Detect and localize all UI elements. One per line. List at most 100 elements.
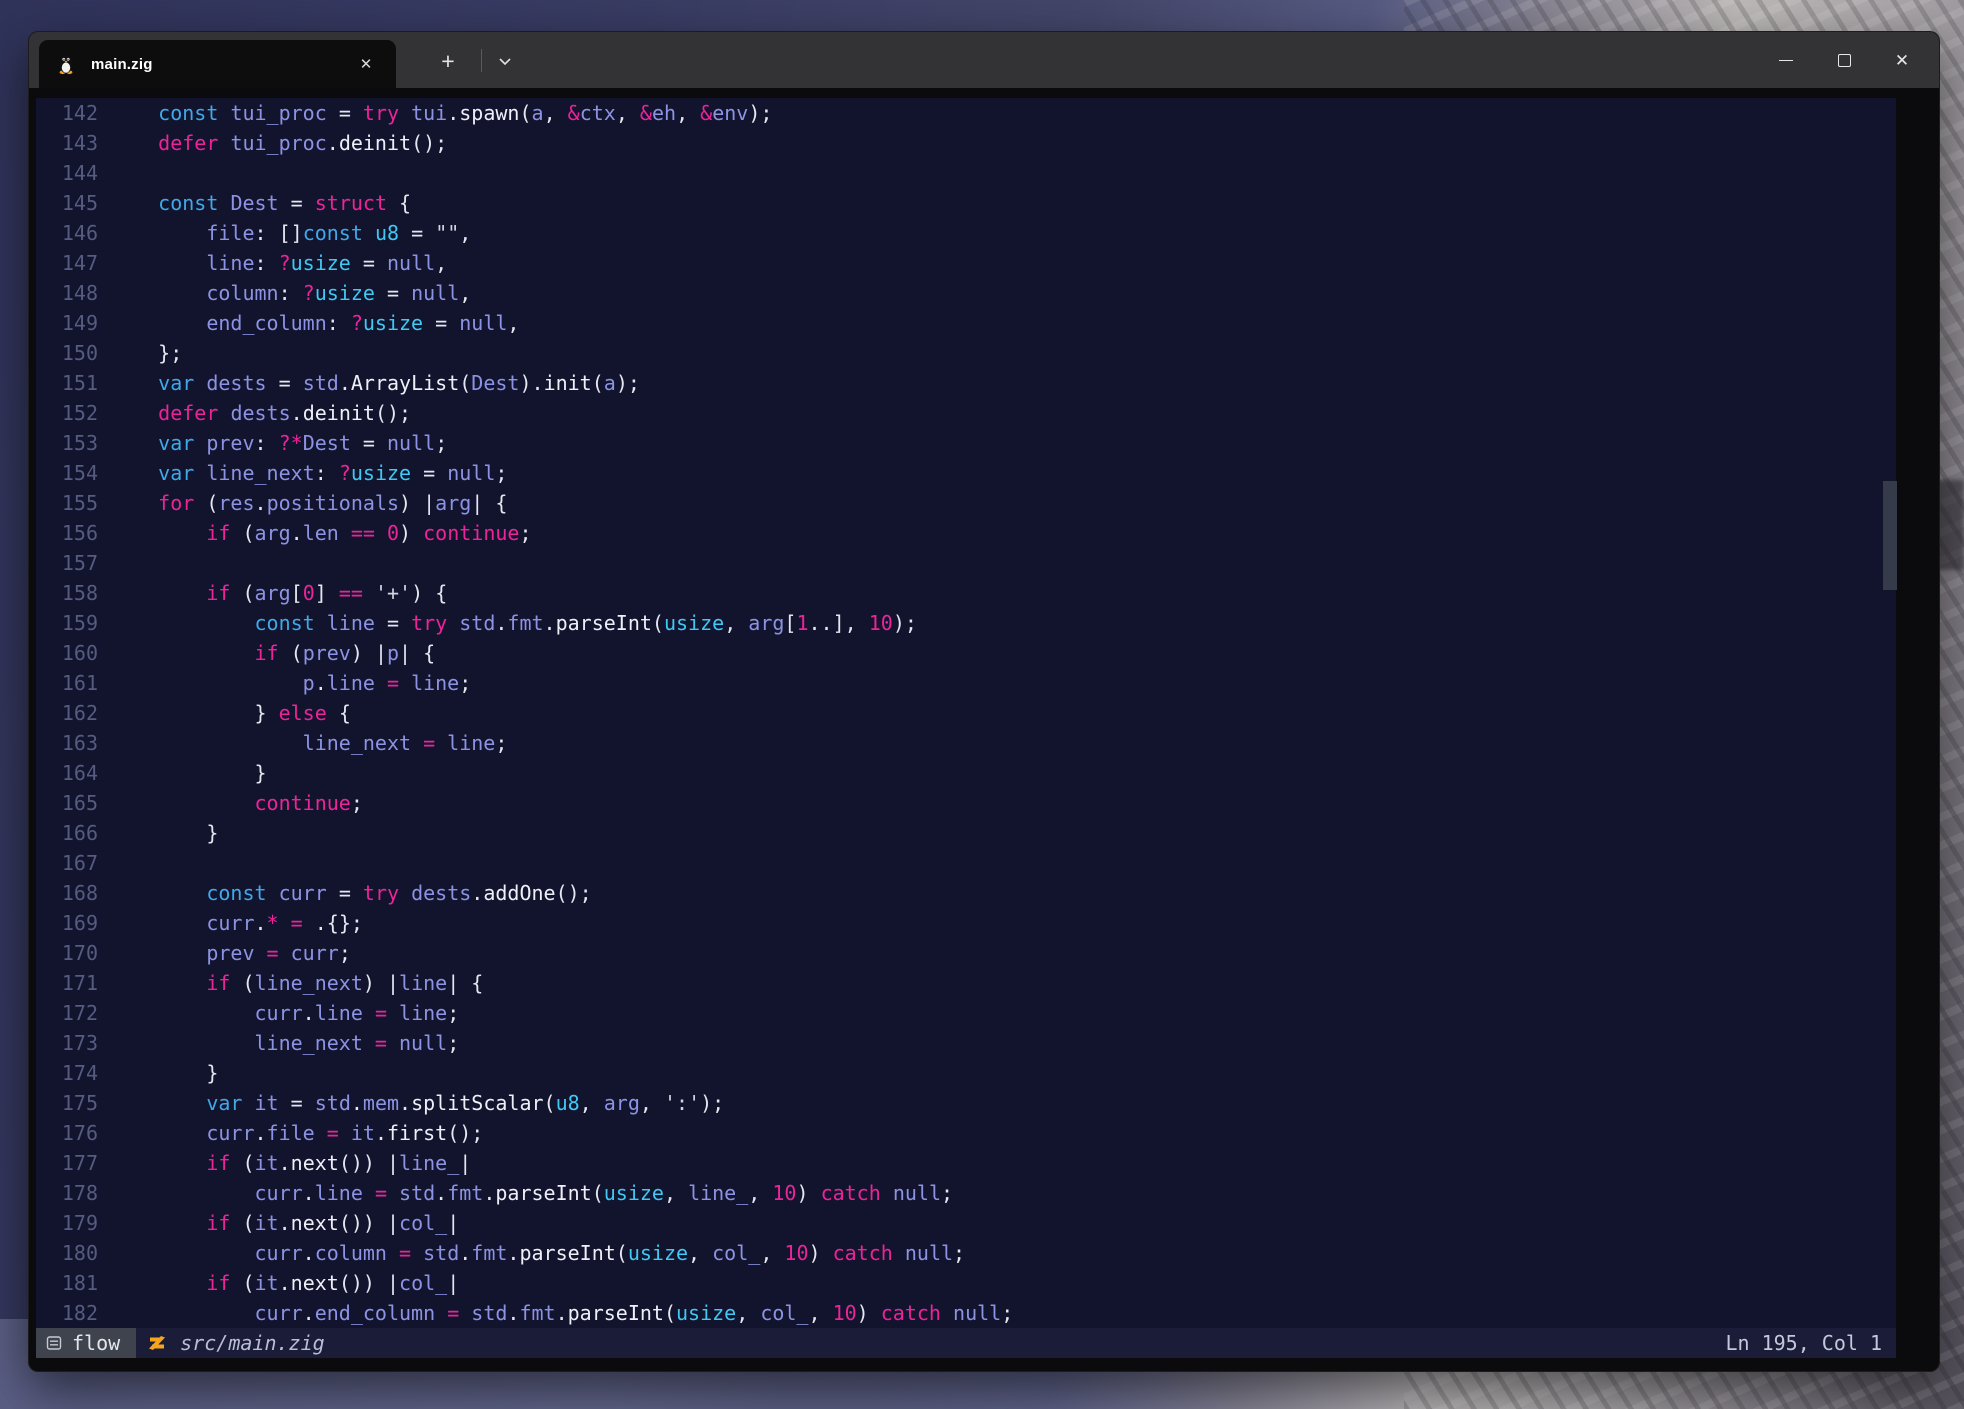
code-line[interactable]: 179 if (it.next()) |col_|	[36, 1208, 1896, 1238]
code-line[interactable]: 167	[36, 848, 1896, 878]
window-controls: ✕	[1757, 32, 1931, 88]
code-line[interactable]: 171 if (line_next) |line| {	[36, 968, 1896, 998]
code-line[interactable]: 181 if (it.next()) |col_|	[36, 1268, 1896, 1298]
code-text: if (prev) |p| {	[98, 638, 435, 668]
code-line[interactable]: 143 defer tui_proc.deinit();	[36, 128, 1896, 158]
line-number: 167	[36, 848, 98, 878]
code-line[interactable]: 158 if (arg[0] == '+') {	[36, 578, 1896, 608]
line-number: 182	[36, 1298, 98, 1328]
tab-dropdown-chevron-icon[interactable]	[489, 46, 521, 76]
line-number: 155	[36, 488, 98, 518]
line-number: 146	[36, 218, 98, 248]
code-text: const line = try std.fmt.parseInt(usize,…	[98, 608, 917, 638]
line-number: 162	[36, 698, 98, 728]
code-text	[98, 848, 110, 878]
code-line[interactable]: 178 curr.line = std.fmt.parseInt(usize, …	[36, 1178, 1896, 1208]
line-number: 158	[36, 578, 98, 608]
code-line[interactable]: 170 prev = curr;	[36, 938, 1896, 968]
code-line[interactable]: 169 curr.* = .{};	[36, 908, 1896, 938]
code-area[interactable]: 142 const tui_proc = try tui.spawn(a, &c…	[36, 98, 1896, 1328]
line-number: 168	[36, 878, 98, 908]
line-number: 175	[36, 1088, 98, 1118]
code-line[interactable]: 182 curr.end_column = std.fmt.parseInt(u…	[36, 1298, 1896, 1328]
code-line[interactable]: 176 curr.file = it.first();	[36, 1118, 1896, 1148]
code-text: } else {	[98, 698, 351, 728]
code-line[interactable]: 154 var line_next: ?usize = null;	[36, 458, 1896, 488]
scrollbar-thumb[interactable]	[1883, 481, 1897, 590]
code-line[interactable]: 148 column: ?usize = null,	[36, 278, 1896, 308]
code-line[interactable]: 156 if (arg.len == 0) continue;	[36, 518, 1896, 548]
code-line[interactable]: 175 var it = std.mem.splitScalar(u8, arg…	[36, 1088, 1896, 1118]
code-line[interactable]: 164 }	[36, 758, 1896, 788]
terminal-window: main.zig ✕ + ✕ 142 const tui_proc = try …	[28, 31, 1940, 1372]
code-text: var it = std.mem.splitScalar(u8, arg, ':…	[98, 1088, 724, 1118]
close-icon[interactable]: ✕	[1873, 32, 1931, 88]
code-text: }	[98, 758, 267, 788]
line-number: 161	[36, 668, 98, 698]
code-line[interactable]: 177 if (it.next()) |line_|	[36, 1148, 1896, 1178]
code-text: end_column: ?usize = null,	[98, 308, 519, 338]
code-line[interactable]: 144	[36, 158, 1896, 188]
zig-logo-icon	[148, 1334, 166, 1352]
code-line[interactable]: 161 p.line = line;	[36, 668, 1896, 698]
code-text: file: []const u8 = "",	[98, 218, 471, 248]
code-text: curr.line = line;	[98, 998, 459, 1028]
minimize-icon[interactable]	[1757, 32, 1815, 88]
line-number: 172	[36, 998, 98, 1028]
line-number: 164	[36, 758, 98, 788]
code-text: curr.end_column = std.fmt.parseInt(usize…	[98, 1298, 1013, 1328]
code-text: line_next = null;	[98, 1028, 459, 1058]
code-line[interactable]: 172 curr.line = line;	[36, 998, 1896, 1028]
code-line[interactable]: 150 };	[36, 338, 1896, 368]
new-tab-button[interactable]: +	[430, 46, 466, 76]
line-number: 148	[36, 278, 98, 308]
code-text: if (arg[0] == '+') {	[98, 578, 447, 608]
line-number: 151	[36, 368, 98, 398]
line-number: 173	[36, 1028, 98, 1058]
code-line[interactable]: 166 }	[36, 818, 1896, 848]
code-line[interactable]: 159 const line = try std.fmt.parseInt(us…	[36, 608, 1896, 638]
mode-segment[interactable]: flow	[36, 1328, 136, 1358]
line-number: 149	[36, 308, 98, 338]
code-text: if (arg.len == 0) continue;	[98, 518, 532, 548]
line-number: 143	[36, 128, 98, 158]
code-text: continue;	[98, 788, 363, 818]
code-line[interactable]: 173 line_next = null;	[36, 1028, 1896, 1058]
code-line[interactable]: 162 } else {	[36, 698, 1896, 728]
code-line[interactable]: 155 for (res.positionals) |arg| {	[36, 488, 1896, 518]
code-line[interactable]: 149 end_column: ?usize = null,	[36, 308, 1896, 338]
code-text: var prev: ?*Dest = null;	[98, 428, 447, 458]
code-line[interactable]: 146 file: []const u8 = "",	[36, 218, 1896, 248]
code-line[interactable]: 160 if (prev) |p| {	[36, 638, 1896, 668]
line-number: 150	[36, 338, 98, 368]
code-text	[98, 548, 110, 578]
code-line[interactable]: 147 line: ?usize = null,	[36, 248, 1896, 278]
code-line[interactable]: 152 defer dests.deinit();	[36, 398, 1896, 428]
titlebar[interactable]: main.zig ✕ + ✕	[29, 32, 1939, 88]
code-text: curr.line = std.fmt.parseInt(usize, line…	[98, 1178, 953, 1208]
code-line[interactable]: 151 var dests = std.ArrayList(Dest).init…	[36, 368, 1896, 398]
tab-main-zig[interactable]: main.zig ✕	[39, 40, 396, 88]
code-line[interactable]: 165 continue;	[36, 788, 1896, 818]
tab-close-icon[interactable]: ✕	[352, 50, 380, 78]
code-line[interactable]: 145 const Dest = struct {	[36, 188, 1896, 218]
maximize-icon[interactable]	[1815, 32, 1873, 88]
code-text: p.line = line;	[98, 668, 471, 698]
line-number: 177	[36, 1148, 98, 1178]
line-number: 154	[36, 458, 98, 488]
code-line[interactable]: 180 curr.column = std.fmt.parseInt(usize…	[36, 1238, 1896, 1268]
code-line[interactable]: 168 const curr = try dests.addOne();	[36, 878, 1896, 908]
tabbar-divider	[481, 49, 482, 72]
code-line[interactable]: 142 const tui_proc = try tui.spawn(a, &c…	[36, 98, 1896, 128]
code-text: }	[98, 818, 218, 848]
code-line[interactable]: 157	[36, 548, 1896, 578]
code-line[interactable]: 163 line_next = line;	[36, 728, 1896, 758]
code-text: }	[98, 1058, 218, 1088]
code-text: const Dest = struct {	[98, 188, 411, 218]
code-text: var line_next: ?usize = null;	[98, 458, 507, 488]
line-number: 159	[36, 608, 98, 638]
line-number: 176	[36, 1118, 98, 1148]
code-line[interactable]: 153 var prev: ?*Dest = null;	[36, 428, 1896, 458]
code-line[interactable]: 174 }	[36, 1058, 1896, 1088]
code-text: const tui_proc = try tui.spawn(a, &ctx, …	[98, 98, 772, 128]
